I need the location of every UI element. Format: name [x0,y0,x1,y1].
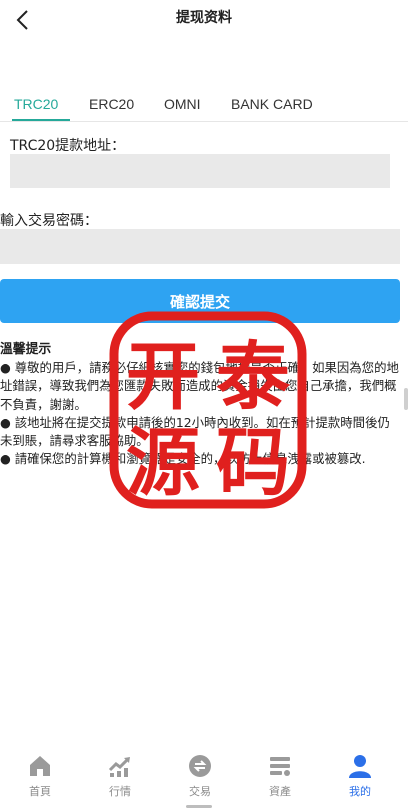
assets-icon [270,757,290,776]
submit-button[interactable]: 確認提交 [0,279,400,323]
nav-profile[interactable]: 我的 [320,753,400,799]
notice-section: 溫馨提示 ● 尊敬的用戶，請務必仔細核實您的錢包地址是否正確。如果因為您的地址錯… [0,341,402,468]
nav-market[interactable]: 行情 [80,753,160,799]
tab-trc20[interactable]: TRC20 [14,96,58,112]
tab-omni[interactable]: OMNI [164,96,201,112]
nav-label: 資產 [269,785,291,798]
nav-label: 首頁 [29,785,51,798]
notice-item: ● 尊敬的用戶，請務必仔細核實您的錢包地址是否正確。如果因為您的地址錯誤，導致我… [0,360,399,412]
nav-trade[interactable]: 交易 [160,753,240,799]
nav-label: 行情 [109,785,131,798]
nav-assets[interactable]: 資產 [240,753,320,799]
notice-title: 溫馨提示 [0,342,52,357]
header: 提现资料 [0,0,408,38]
nav-label: 交易 [189,785,211,798]
tab-erc20[interactable]: ERC20 [89,96,134,112]
notice-item: ● 該地址將在提交提款申請後的12小時內收到。如在預計提款時間後仍未到賬，請尋求… [0,414,390,449]
scrollbar[interactable] [404,388,408,410]
page-title: 提现资料 [176,10,232,26]
trade-password-input[interactable] [0,229,400,264]
address-label: TRC20提款地址： [10,138,126,154]
nav-label: 我的 [349,785,371,798]
nav-home[interactable]: 首頁 [0,753,80,799]
exchange-icon [189,755,211,777]
network-tabs: TRC20 ERC20 OMNI BANK CARD [0,92,408,122]
password-label: 輸入交易密碼： [0,213,98,229]
user-icon [349,755,371,778]
home-icon [30,756,50,776]
market-chart-icon [108,757,130,777]
home-indicator [186,805,212,808]
notice-item: ● 請確保您的計算機和瀏覽器是安全的，以防止信息洩露或被篡改. [0,451,366,467]
active-tab-indicator [12,119,70,121]
tab-bank-card[interactable]: BANK CARD [231,96,313,112]
bottom-nav: 首頁 行情 交易 資產 我的 [0,747,408,810]
withdraw-address-input[interactable] [10,154,390,188]
